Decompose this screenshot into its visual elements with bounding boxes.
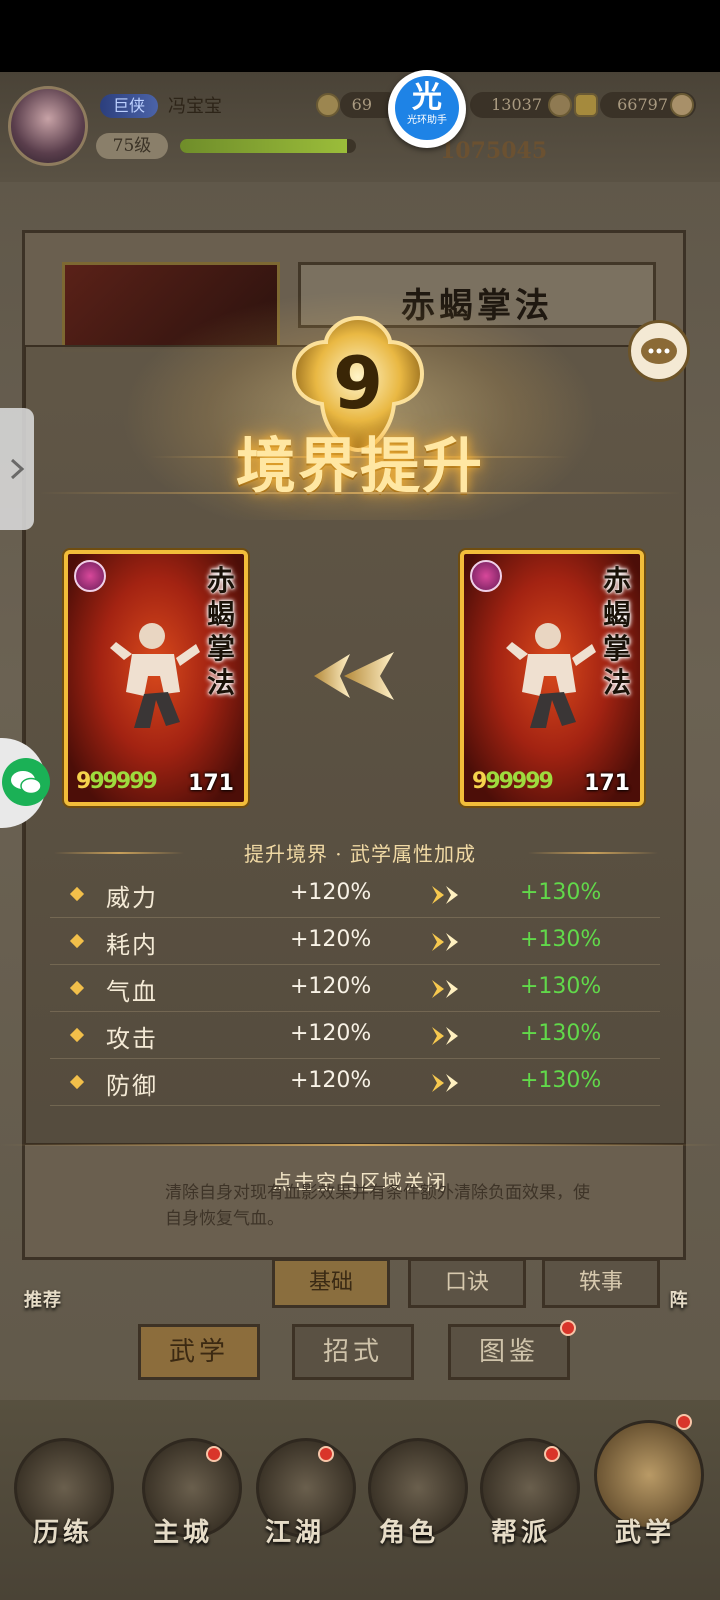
assistant-icon: 光 光环助手 — [395, 76, 459, 140]
double-chevron-icon — [432, 980, 458, 998]
row-separator — [50, 1058, 660, 1059]
diamond-bullet-icon — [69, 980, 85, 996]
diamond-bullet-icon — [69, 1074, 85, 1090]
assistant-floating-button[interactable]: 光 光环助手 — [388, 70, 466, 148]
formation-label[interactable]: 阵 — [624, 1286, 720, 1312]
skill-card-after: 赤蝎掌法 999999 171 — [460, 550, 644, 806]
skill-card-name: 赤蝎掌法 — [206, 564, 235, 699]
red-dot — [676, 1414, 692, 1430]
double-chevron-icon — [432, 1027, 458, 1045]
attribute-name: 气血 — [106, 978, 158, 1006]
diamond-bullet-icon — [69, 1027, 85, 1043]
attribute-row: 攻击 +120% +130% — [50, 1013, 660, 1059]
nav-guild-label[interactable]: 帮派 — [466, 1512, 576, 1549]
row-separator — [50, 964, 660, 965]
header-line-right — [528, 852, 658, 854]
attribute-from: +120% — [290, 927, 372, 952]
diamond-bullet-icon — [69, 933, 85, 949]
top-bar — [0, 72, 720, 182]
realm-beads-value: 99999 — [89, 769, 158, 794]
attribute-to: +130% — [520, 974, 602, 999]
diamond-bullet-icon — [69, 886, 85, 902]
red-dot — [206, 1446, 222, 1462]
skill-seal-icon — [74, 560, 106, 592]
attribute-from: +120% — [290, 974, 372, 999]
skill-description: 清除自身对现有血影效果并有条件额外清除负面效果，使自身恢复气血。 — [165, 1183, 590, 1229]
red-dot — [318, 1446, 334, 1462]
nav-jianghu-label[interactable]: 江湖 — [240, 1512, 350, 1549]
side-expand-tab[interactable] — [0, 408, 34, 530]
red-dot — [544, 1446, 560, 1462]
chat-bubble-icon[interactable] — [628, 320, 690, 382]
tab-martial-arts[interactable]: 武学 — [138, 1324, 260, 1380]
add-gold-icon[interactable] — [670, 93, 694, 117]
player-avatar[interactable] — [8, 86, 88, 166]
player-level: 75级 — [96, 133, 168, 159]
assistant-glyph: 光 — [412, 80, 442, 115]
chevron-right-icon — [10, 458, 25, 480]
martial-artist-figure-icon — [110, 623, 200, 728]
skill-seal-icon — [470, 560, 502, 592]
bottom-divider — [0, 1144, 720, 1146]
silver-ingot-icon — [548, 93, 572, 117]
skill-card-name: 赤蝎掌法 — [602, 564, 631, 699]
skill-card-level: 171 — [584, 771, 630, 796]
assistant-label: 光环助手 — [407, 115, 447, 126]
row-separator — [50, 1105, 660, 1106]
wechat-icon — [2, 758, 50, 806]
realm-beads: 999999 — [472, 769, 554, 794]
nav-character-label[interactable]: 角色 — [354, 1512, 464, 1549]
attribute-row: 气血 +120% +130% — [50, 966, 660, 1012]
recommend-label[interactable]: 推荐 — [0, 1286, 98, 1312]
emblem-value: 9 — [333, 341, 383, 425]
tab-codex[interactable]: 图鉴 — [448, 1324, 570, 1380]
skill-card-before: 赤蝎掌法 999999 171 — [64, 550, 248, 806]
realm-beads: 999999 — [76, 769, 158, 794]
skill-card-level: 171 — [188, 771, 234, 796]
attribute-bonus-header: 提升境界 · 武学属性加成 — [243, 842, 477, 866]
tab-moves[interactable]: 招式 — [292, 1324, 414, 1380]
row-separator — [50, 1011, 660, 1012]
attribute-row: 防御 +120% +130% — [50, 1060, 660, 1106]
attribute-to: +130% — [520, 927, 602, 952]
combat-power: 1075045 — [440, 138, 548, 164]
upgrade-arrow-icon — [314, 652, 394, 700]
double-chevron-icon — [432, 1074, 458, 1092]
attribute-name: 威力 — [106, 884, 158, 912]
subtab-basic[interactable]: 基础 — [272, 1258, 390, 1308]
double-chevron-icon — [432, 933, 458, 951]
attribute-row: 威力 +120% +130% — [50, 872, 660, 918]
attribute-from: +120% — [290, 1068, 372, 1093]
top-divider — [40, 492, 680, 494]
attribute-row: 耗内 +120% +130% — [50, 919, 660, 965]
codex-red-dot — [560, 1320, 576, 1336]
copper-coin-icon — [316, 93, 340, 117]
row-separator — [50, 917, 660, 918]
attribute-name: 防御 — [106, 1072, 158, 1100]
attribute-to: +130% — [520, 1021, 602, 1046]
martial-artist-figure-icon — [506, 623, 596, 728]
player-title-badge: 巨侠 — [100, 94, 158, 118]
nav-martial-arts-label[interactable]: 武学 — [590, 1512, 700, 1549]
double-chevron-icon — [432, 886, 458, 904]
attribute-name: 耗内 — [106, 931, 158, 959]
attribute-name: 攻击 — [106, 1025, 158, 1053]
subtab-formula[interactable]: 口诀 — [408, 1258, 526, 1308]
attribute-from: +120% — [290, 1021, 372, 1046]
realm-beads-value: 99999 — [485, 769, 554, 794]
exp-bar-fill — [180, 139, 348, 153]
exp-bar — [180, 139, 356, 153]
nav-training-label[interactable]: 历练 — [8, 1512, 118, 1549]
attribute-from: +120% — [290, 880, 372, 905]
attribute-to: +130% — [520, 1068, 602, 1093]
player-name: 冯宝宝 — [168, 96, 222, 117]
nav-city-label[interactable]: 主城 — [128, 1512, 238, 1549]
gold-ingot-icon — [574, 93, 598, 117]
attribute-to: +130% — [520, 880, 602, 905]
